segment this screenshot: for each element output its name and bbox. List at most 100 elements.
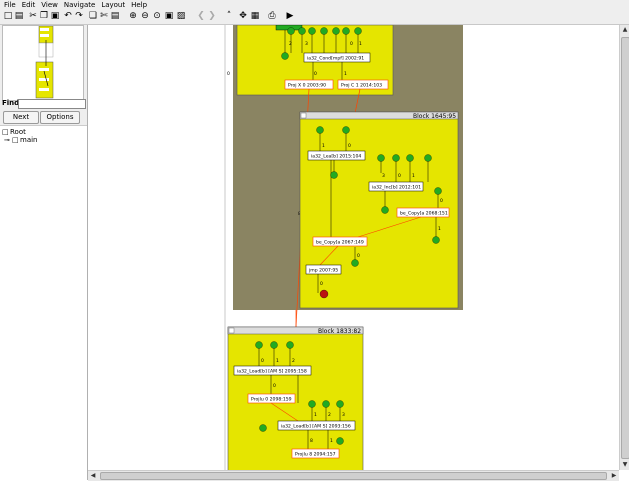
scroll-left-icon[interactable]: ◀	[89, 472, 97, 480]
block-mid-title: Block 1645:95	[413, 113, 456, 120]
paste-icon[interactable]: ▣	[50, 11, 60, 21]
collapse-icon[interactable]	[300, 112, 307, 119]
node-green[interactable]	[392, 154, 400, 162]
overview-map[interactable]	[2, 25, 84, 101]
node-green[interactable]	[377, 154, 385, 162]
node-green[interactable]	[287, 27, 295, 35]
node-green[interactable]	[434, 187, 442, 195]
edge-label: 2	[289, 41, 292, 47]
edge-label: 0	[440, 198, 443, 204]
menu-view[interactable]: View	[41, 1, 58, 9]
node-proj0-bot-label: Projlu 0 2098:159	[251, 397, 292, 403]
find-input[interactable]	[18, 99, 86, 109]
tree-expand-icon[interactable]: ⊸	[4, 136, 10, 144]
edge-label: 3	[305, 41, 308, 47]
node-green[interactable]	[381, 206, 389, 214]
new-icon[interactable]: □	[3, 11, 13, 21]
block-bot-title: Block 1833:82	[318, 328, 361, 335]
node-green[interactable]	[286, 341, 294, 349]
node-green[interactable]	[336, 437, 344, 445]
move-icon[interactable]: ✥	[238, 11, 248, 21]
node-load1-label: ia32_Load[b] [AM S] 2095:158	[237, 369, 307, 375]
graph-canvas[interactable]: 0 2 3 0 1 ia32_Cond[mpf] 2002:91 0 1 Pro…	[88, 25, 619, 470]
layout-icon[interactable]: ▦	[250, 11, 260, 21]
node-green[interactable]	[424, 154, 432, 162]
left-panel: Find: Next Options □ Root ⊸ □ main	[0, 25, 88, 481]
edge-label: 0	[314, 71, 317, 77]
node-green[interactable]	[342, 126, 350, 134]
node-green[interactable]	[354, 27, 362, 35]
edge-label: 3	[382, 173, 385, 179]
edge-label: 0	[357, 253, 360, 259]
edge-label: 0	[398, 173, 401, 179]
node-green[interactable]	[336, 400, 344, 408]
edge-label: 0	[261, 358, 264, 364]
next-button[interactable]: Next	[3, 111, 39, 124]
horizontal-scrollbar[interactable]: ◀ ▶	[88, 470, 619, 481]
graph-svg: 0 2 3 0 1 ia32_Cond[mpf] 2002:91 0 1 Pro…	[224, 25, 463, 470]
tree-root[interactable]: Root	[10, 128, 26, 136]
node-inc-label: ia32_Inc[b] 2012:101	[372, 185, 421, 191]
node-green[interactable]	[342, 27, 350, 35]
node-green[interactable]	[322, 400, 330, 408]
node-red[interactable]	[319, 289, 329, 299]
node-green[interactable]	[308, 400, 316, 408]
forward-icon[interactable]: ❯	[207, 11, 217, 21]
node-green[interactable]	[432, 236, 440, 244]
zoom-out-icon[interactable]: ⊖	[140, 11, 150, 21]
scroll-right-icon[interactable]: ▶	[610, 472, 618, 480]
node-green[interactable]	[281, 52, 289, 60]
vertical-scrollbar[interactable]: ▲ ▼	[619, 25, 629, 470]
node-green[interactable]	[270, 341, 278, 349]
zoom-fit-icon[interactable]: ⊙	[152, 11, 162, 21]
node-green[interactable]	[332, 27, 340, 35]
cut2-icon[interactable]: ✄	[99, 11, 109, 21]
tree-view: □ Root ⊸ □ main	[0, 125, 87, 481]
node-green[interactable]	[298, 27, 306, 35]
cut-icon[interactable]: ✂	[28, 11, 38, 21]
vertical-scroll-thumb[interactable]	[621, 37, 629, 459]
options-button[interactable]: Options	[40, 111, 80, 124]
zoom-in-icon[interactable]: ⊕	[128, 11, 138, 21]
copy2-icon[interactable]: ❏	[88, 11, 98, 21]
node-green[interactable]	[316, 126, 324, 134]
node-green[interactable]	[351, 259, 359, 267]
redo-icon[interactable]: ↷	[74, 11, 84, 21]
scroll-down-icon[interactable]: ▼	[621, 461, 629, 469]
edge-label: 0	[348, 143, 351, 149]
scroll-up-icon[interactable]: ▲	[621, 26, 629, 34]
tree-folder-icon: □	[12, 136, 19, 144]
back-icon[interactable]: ❮	[196, 11, 206, 21]
zoom-box-icon[interactable]: ▣	[164, 11, 174, 21]
copy-icon[interactable]: ❐	[39, 11, 49, 21]
node-green[interactable]	[255, 341, 263, 349]
node-load-label: ia32_Lea[b] 2015:104	[311, 154, 361, 160]
node-green[interactable]	[259, 424, 267, 432]
clipboard-icon[interactable]: ▤	[110, 11, 120, 21]
node-proj0-label: Proj X 0 2003:90	[288, 83, 326, 89]
tree-item-main[interactable]: main	[20, 136, 38, 144]
find-row: Find:	[2, 99, 86, 109]
tree-folder-icon: □	[2, 128, 9, 136]
collapse-icon[interactable]	[228, 327, 235, 334]
edge-label: 1	[412, 173, 415, 179]
node-green[interactable]	[406, 154, 414, 162]
up-icon[interactable]: ˄	[224, 11, 234, 21]
menu-help[interactable]: Help	[131, 1, 147, 9]
edge-label: 1	[438, 226, 441, 232]
edge-label: 2	[328, 412, 331, 418]
zoom-area-icon[interactable]: ▨	[176, 11, 186, 21]
menu-layout[interactable]: Layout	[101, 1, 125, 9]
node-green[interactable]	[330, 171, 338, 179]
node-green[interactable]	[320, 27, 328, 35]
node-green[interactable]	[308, 27, 316, 35]
print-icon[interactable]: ⎙	[267, 11, 277, 21]
menu-edit[interactable]: Edit	[22, 1, 36, 9]
undo-icon[interactable]: ↶	[63, 11, 73, 21]
menu-navigate[interactable]: Navigate	[64, 1, 95, 9]
menu-file[interactable]: File	[4, 1, 16, 9]
run-icon[interactable]: ▶	[285, 11, 295, 21]
horizontal-scroll-thumb[interactable]	[100, 472, 607, 480]
open-icon[interactable]: ▤	[14, 11, 24, 21]
edge-label: 1	[344, 71, 347, 77]
